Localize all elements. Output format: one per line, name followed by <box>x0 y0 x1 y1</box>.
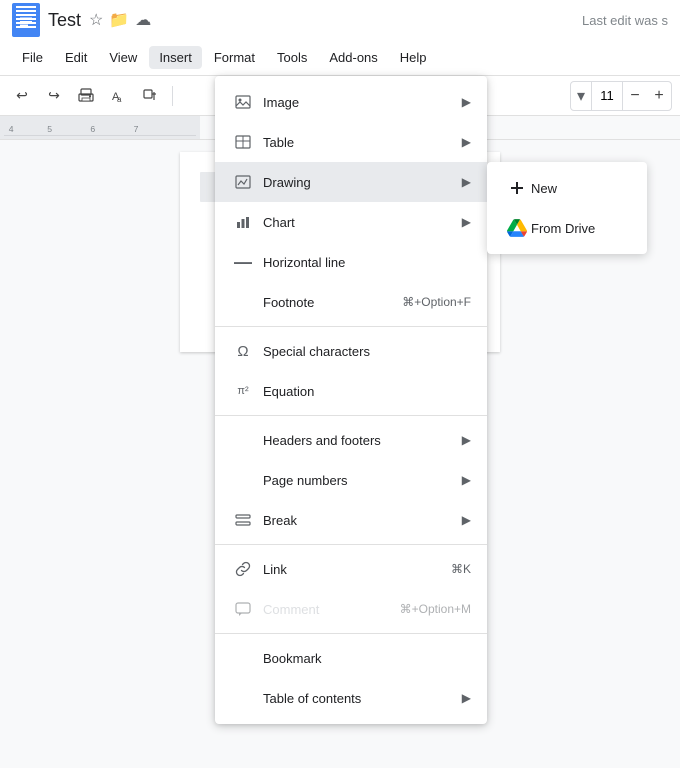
equation-label: Equation <box>263 384 471 399</box>
break-arrow: ▶ <box>462 513 471 527</box>
menu-view[interactable]: View <box>99 46 147 69</box>
svg-text:5: 5 <box>47 123 52 133</box>
from-drive-label: From Drive <box>531 221 595 236</box>
link-label: Link <box>263 562 451 577</box>
chart-icon <box>231 214 255 230</box>
font-size-dropdown[interactable]: ▾ <box>571 82 591 110</box>
menu-help[interactable]: Help <box>390 46 437 69</box>
menu-item-chart[interactable]: Chart ▶ <box>215 202 487 242</box>
image-label: Image <box>263 95 458 110</box>
menu-edit[interactable]: Edit <box>55 46 97 69</box>
footnote-label: Footnote <box>263 295 402 310</box>
font-size-control: ▾ − + <box>570 81 672 111</box>
redo-button[interactable]: ↪ <box>40 82 68 110</box>
horizontal-line-label: Horizontal line <box>263 255 471 270</box>
table-icon <box>231 134 255 150</box>
drawing-submenu: New From Drive <box>487 162 647 254</box>
chart-label: Chart <box>263 215 458 230</box>
submenu-item-from-drive[interactable]: From Drive <box>487 208 647 248</box>
special-chars-label: Special characters <box>263 344 471 359</box>
menu-item-link[interactable]: Link ⌘K <box>215 549 487 589</box>
menu-tools[interactable]: Tools <box>267 46 317 69</box>
menu-file[interactable]: File <box>12 46 53 69</box>
drive-icon <box>503 219 531 237</box>
insert-dropdown: Image ▶ Table ▶ Drawing <box>215 76 487 724</box>
menu-item-bookmark[interactable]: Bookmark <box>215 638 487 678</box>
submenu-item-new[interactable]: New <box>487 168 647 208</box>
drawing-arrow: ▶ <box>462 175 471 189</box>
spellcheck-button[interactable]: A a <box>104 82 132 110</box>
equation-icon: π² <box>231 385 255 397</box>
title-bar: Test ☆ 📁 ☁ Last edit was s <box>0 0 680 40</box>
last-edit-status: Last edit was s <box>582 13 668 28</box>
svg-text:6: 6 <box>90 123 95 133</box>
new-icon <box>503 179 531 197</box>
table-label: Table <box>263 135 458 150</box>
menu-format[interactable]: Format <box>204 46 265 69</box>
comment-icon <box>231 601 255 617</box>
undo-button[interactable]: ↩ <box>8 82 36 110</box>
link-shortcut: ⌘K <box>451 562 471 576</box>
link-icon <box>231 561 255 577</box>
drawing-icon <box>231 174 255 190</box>
separator-4 <box>215 633 487 634</box>
toolbar-divider <box>172 86 173 106</box>
image-icon <box>231 94 255 110</box>
table-arrow: ▶ <box>462 135 471 149</box>
font-size-increase[interactable]: + <box>647 82 671 110</box>
page-numbers-arrow: ▶ <box>462 473 471 487</box>
comment-label: Comment <box>263 602 400 617</box>
menu-item-drawing[interactable]: Drawing ▶ New <box>215 162 487 202</box>
footnote-shortcut: ⌘+Option+F <box>402 295 471 309</box>
image-arrow: ▶ <box>462 95 471 109</box>
comment-shortcut: ⌘+Option+M <box>400 602 471 616</box>
headers-footers-label: Headers and footers <box>263 433 458 448</box>
app-icon <box>12 3 40 37</box>
title-action-icons: ☆ 📁 ☁ <box>89 10 151 30</box>
folder-icon[interactable]: 📁 <box>109 10 129 30</box>
toc-arrow: ▶ <box>462 691 471 705</box>
print-button[interactable] <box>72 82 100 110</box>
menu-item-special-chars[interactable]: Ω Special characters <box>215 331 487 371</box>
menu-item-comment[interactable]: Comment ⌘+Option+M <box>215 589 487 629</box>
separator-1 <box>215 326 487 327</box>
menu-item-table[interactable]: Table ▶ <box>215 122 487 162</box>
doc-title: Test <box>48 10 81 31</box>
menu-item-horizontal-line[interactable]: — Horizontal line <box>215 242 487 282</box>
chart-arrow: ▶ <box>462 215 471 229</box>
break-icon <box>231 512 255 528</box>
menu-addons[interactable]: Add-ons <box>319 46 387 69</box>
special-chars-icon: Ω <box>231 343 255 360</box>
page-numbers-label: Page numbers <box>263 473 458 488</box>
star-icon[interactable]: ☆ <box>89 10 103 30</box>
toc-label: Table of contents <box>263 691 458 706</box>
menu-bar: File Edit View Insert Format Tools Add-o… <box>0 40 680 76</box>
menu-item-equation[interactable]: π² Equation <box>215 371 487 411</box>
menu-item-headers-footers[interactable]: Headers and footers ▶ <box>215 420 487 460</box>
insert-menu: Image ▶ Table ▶ Drawing <box>215 76 487 724</box>
menu-item-page-numbers[interactable]: Page numbers ▶ <box>215 460 487 500</box>
separator-2 <box>215 415 487 416</box>
menu-item-table-of-contents[interactable]: Table of contents ▶ <box>215 678 487 718</box>
svg-text:a: a <box>117 95 122 104</box>
bookmark-label: Bookmark <box>263 651 471 666</box>
separator-3 <box>215 544 487 545</box>
menu-item-footnote[interactable]: Footnote ⌘+Option+F <box>215 282 487 322</box>
drawing-label: Drawing <box>263 175 458 190</box>
paint-format-button[interactable] <box>136 82 164 110</box>
horizontal-line-icon: — <box>231 252 255 273</box>
svg-text:7: 7 <box>134 123 139 133</box>
font-size-input[interactable] <box>591 82 623 110</box>
new-label: New <box>531 181 557 196</box>
menu-insert[interactable]: Insert <box>149 46 202 69</box>
headers-footers-arrow: ▶ <box>462 433 471 447</box>
svg-text:4: 4 <box>9 123 14 133</box>
font-size-stepper: ▾ − + <box>570 81 672 111</box>
cloud-icon[interactable]: ☁ <box>135 10 151 30</box>
menu-item-image[interactable]: Image ▶ <box>215 82 487 122</box>
menu-item-break[interactable]: Break ▶ <box>215 500 487 540</box>
break-label: Break <box>263 513 458 528</box>
font-size-decrease[interactable]: − <box>623 82 647 110</box>
